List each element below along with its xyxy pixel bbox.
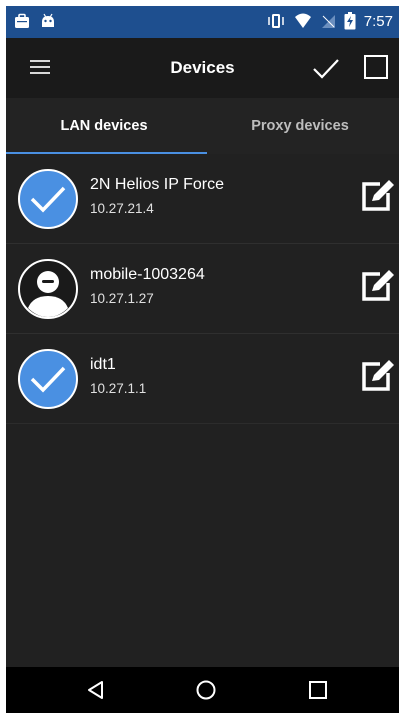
edit-device-button[interactable] bbox=[357, 266, 395, 304]
list-item[interactable]: 2N Helios IP Force 10.27.21.4 bbox=[6, 154, 399, 244]
edit-icon bbox=[362, 360, 394, 391]
status-left-icons bbox=[14, 13, 56, 29]
back-button[interactable] bbox=[84, 678, 108, 702]
status-bar: 7:57 bbox=[6, 6, 399, 38]
device-name: idt1 bbox=[90, 356, 116, 373]
tab-proxy-devices[interactable]: Proxy devices bbox=[202, 98, 398, 154]
edit-device-button[interactable] bbox=[357, 356, 395, 394]
recents-button[interactable] bbox=[306, 678, 330, 702]
recents-icon bbox=[309, 681, 327, 699]
battery-charging-icon bbox=[344, 12, 356, 30]
selected-check-icon[interactable] bbox=[17, 168, 79, 230]
confirm-button[interactable] bbox=[311, 54, 341, 82]
checkbox-outline-icon bbox=[364, 55, 388, 79]
selected-check-icon[interactable] bbox=[17, 348, 79, 410]
device-name: mobile-1003264 bbox=[90, 266, 205, 283]
briefcase-icon bbox=[15, 13, 29, 28]
device-tabs: LAN devices Proxy devices bbox=[6, 98, 399, 154]
list-item[interactable]: mobile-1003264 10.27.1.27 bbox=[6, 244, 399, 334]
android-icon bbox=[42, 13, 54, 27]
home-button[interactable] bbox=[194, 678, 218, 702]
navigation-bar bbox=[6, 667, 399, 713]
list-item[interactable]: idt1 10.27.1.1 bbox=[6, 334, 399, 424]
status-time: 7:57 bbox=[363, 12, 393, 30]
app-bar: Devices bbox=[6, 38, 399, 98]
status-right-icons: 7:57 bbox=[266, 12, 393, 30]
device-ip: 10.27.1.27 bbox=[90, 291, 154, 306]
device-name: 2N Helios IP Force bbox=[90, 176, 224, 193]
select-all-button[interactable] bbox=[364, 55, 388, 79]
edit-icon bbox=[362, 270, 394, 301]
wifi-icon bbox=[294, 13, 311, 28]
home-icon bbox=[196, 680, 216, 700]
tab-lan-devices[interactable]: LAN devices bbox=[6, 98, 202, 154]
device-ip: 10.27.21.4 bbox=[90, 201, 154, 216]
edit-device-button[interactable] bbox=[357, 176, 395, 214]
device-ip: 10.27.1.1 bbox=[90, 381, 147, 396]
vibrate-icon bbox=[268, 14, 284, 28]
checkmark-icon bbox=[313, 59, 339, 79]
person-icon[interactable] bbox=[17, 258, 79, 320]
phone-screen: 7:57 Devices LAN devices Proxy devices 2… bbox=[6, 6, 399, 713]
device-list: 2N Helios IP Force 10.27.21.4 mobile-100… bbox=[6, 154, 399, 424]
no-signal-icon bbox=[321, 15, 335, 28]
back-icon bbox=[88, 681, 103, 699]
edit-icon bbox=[362, 180, 394, 211]
